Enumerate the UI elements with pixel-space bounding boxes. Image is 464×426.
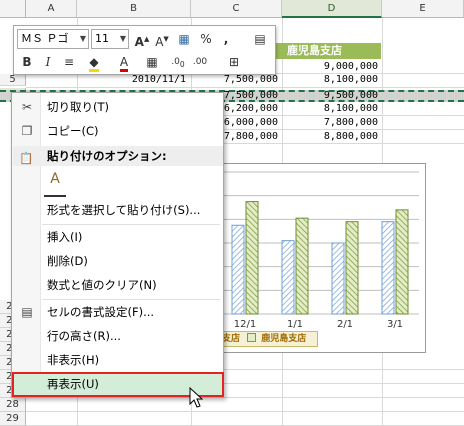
- font-name-box[interactable]: ＭＳ Ｐゴ ▼: [17, 29, 89, 49]
- font-name-value: ＭＳ Ｐゴ: [21, 32, 69, 45]
- merge-cells-icon[interactable]: ⊞: [224, 52, 244, 72]
- legend-swatch-icon: [247, 333, 257, 342]
- column-header-e[interactable]: E: [382, 0, 464, 18]
- cell-value[interactable]: 7,800,000: [282, 117, 378, 128]
- menu-item-insert[interactable]: 挿入(I): [13, 226, 223, 248]
- menu-item-paste-special[interactable]: 形式を選択して貼り付け(S)...: [13, 199, 223, 221]
- format-painter-icon[interactable]: ▤: [250, 29, 270, 49]
- bar-series2-12-1[interactable]: [245, 201, 259, 315]
- column-header-b[interactable]: B: [77, 0, 191, 18]
- menu-item-label: コピー(C): [47, 124, 99, 138]
- row-header[interactable]: 29: [0, 412, 26, 426]
- copy-icon: ❐: [21, 124, 33, 138]
- menu-item-label: 数式と値のクリア(N): [47, 278, 157, 292]
- clipboard-icon: 📋: [19, 151, 34, 165]
- bar-series1-3-1[interactable]: [381, 221, 395, 315]
- scissors-icon: ✂: [21, 100, 33, 114]
- menu-item-format-cells[interactable]: ▤ セルの書式設定(F)...: [13, 301, 223, 323]
- cell-value[interactable]: 9,000,000: [282, 61, 378, 72]
- chevron-down-icon: ▼: [119, 34, 126, 43]
- row-header[interactable]: 5: [0, 74, 26, 86]
- cell-value[interactable]: 9,500,000: [282, 90, 378, 101]
- cell-value[interactable]: 2010/11/1: [100, 74, 186, 85]
- bar-series2-1-1[interactable]: [295, 217, 309, 315]
- context-menu: ✂ 切り取り(T) ❐ コピー(C) 📋 貼り付けのオプション: A 形式を選択…: [11, 92, 224, 398]
- fill-color-icon[interactable]: ◆: [84, 52, 104, 72]
- menu-item-label: 挿入(I): [47, 230, 83, 244]
- column-header-c[interactable]: C: [191, 0, 282, 18]
- x-tick-label: 1/1: [287, 319, 303, 330]
- menu-item-label: 行の高さ(R)...: [47, 329, 121, 343]
- paste-options-header: 📋 貼り付けのオプション:: [13, 146, 223, 166]
- x-tick-label: 2/1: [337, 319, 353, 330]
- bold-button[interactable]: B: [17, 52, 37, 72]
- menu-item-cut[interactable]: ✂ 切り取り(T): [13, 96, 223, 118]
- cell-value[interactable]: 7,500,000: [191, 74, 278, 85]
- legend-entry: 鹿児島支店: [261, 334, 307, 344]
- font-size-value: 11: [95, 32, 109, 45]
- menu-item-delete[interactable]: 削除(D): [13, 250, 223, 272]
- decrease-font-icon[interactable]: A▼: [152, 29, 172, 49]
- increase-font-icon[interactable]: A▲: [132, 29, 152, 49]
- bar-series1-2-1[interactable]: [331, 242, 345, 315]
- menu-item-label: 削除(D): [47, 254, 88, 268]
- decrease-decimal-icon[interactable]: .00: [190, 52, 210, 72]
- x-tick-label: 3/1: [387, 319, 403, 330]
- font-color-icon[interactable]: A: [114, 52, 134, 72]
- chevron-down-icon: ▼: [79, 34, 86, 43]
- menu-item-label: 切り取り(T): [47, 100, 109, 114]
- cell-value[interactable]: 8,100,000: [282, 103, 378, 114]
- menu-header-label: 貼り付けのオプション:: [47, 149, 167, 163]
- format-cells-icon: ▤: [21, 305, 33, 319]
- menu-item-label: セルの書式設定(F)...: [47, 305, 155, 319]
- column-header-a[interactable]: A: [26, 0, 77, 18]
- menu-item-label: 形式を選択して貼り付け(S)...: [47, 203, 201, 217]
- bar-series1-12-1[interactable]: [231, 224, 245, 315]
- bar-series2-3-1[interactable]: [395, 209, 409, 315]
- borders-icon[interactable]: ▦: [142, 52, 162, 72]
- chart-plot: 12/1 1/1 2/1 3/1: [224, 171, 419, 330]
- paste-values-icon[interactable]: A: [44, 171, 66, 197]
- cell-value[interactable]: 8,100,000: [282, 74, 378, 85]
- chart-legend[interactable]: 南支店 鹿児島支店: [218, 331, 318, 347]
- row-header[interactable]: 28: [0, 398, 26, 412]
- select-all-corner[interactable]: [0, 0, 26, 18]
- bar-series1-1-1[interactable]: [281, 240, 295, 315]
- comma-button[interactable]: ,: [216, 29, 236, 49]
- currency-format-icon[interactable]: ▦: [174, 29, 194, 49]
- italic-button[interactable]: I: [38, 52, 58, 72]
- menu-item-copy[interactable]: ❐ コピー(C): [13, 120, 223, 142]
- font-size-box[interactable]: 11 ▼: [91, 29, 129, 49]
- mouse-cursor-icon: [189, 387, 203, 408]
- align-center-icon[interactable]: ≡: [59, 52, 79, 72]
- increase-decimal-icon[interactable]: .00: [168, 52, 188, 72]
- menu-item-row-height[interactable]: 行の高さ(R)...: [13, 325, 223, 347]
- mini-toolbar: ＭＳ Ｐゴ ▼ 11 ▼ A▲ A▼ ▦ % , ▤ B I ≡ ◆ A ▦ .…: [13, 25, 276, 75]
- bar-series2-2-1[interactable]: [345, 221, 359, 315]
- menu-item-hide[interactable]: 非表示(H): [13, 349, 223, 371]
- menu-item-clear-contents[interactable]: 数式と値のクリア(N): [13, 274, 223, 296]
- x-tick-label: 12/1: [234, 319, 256, 330]
- cell-value[interactable]: 8,800,000: [282, 131, 378, 142]
- menu-item-label: 非表示(H): [47, 353, 100, 367]
- bar-chart[interactable]: 12/1 1/1 2/1 3/1: [213, 163, 426, 353]
- menu-item-label: 再表示(U): [47, 377, 99, 391]
- percent-button[interactable]: %: [196, 29, 216, 49]
- column-header-d[interactable]: D: [282, 0, 382, 18]
